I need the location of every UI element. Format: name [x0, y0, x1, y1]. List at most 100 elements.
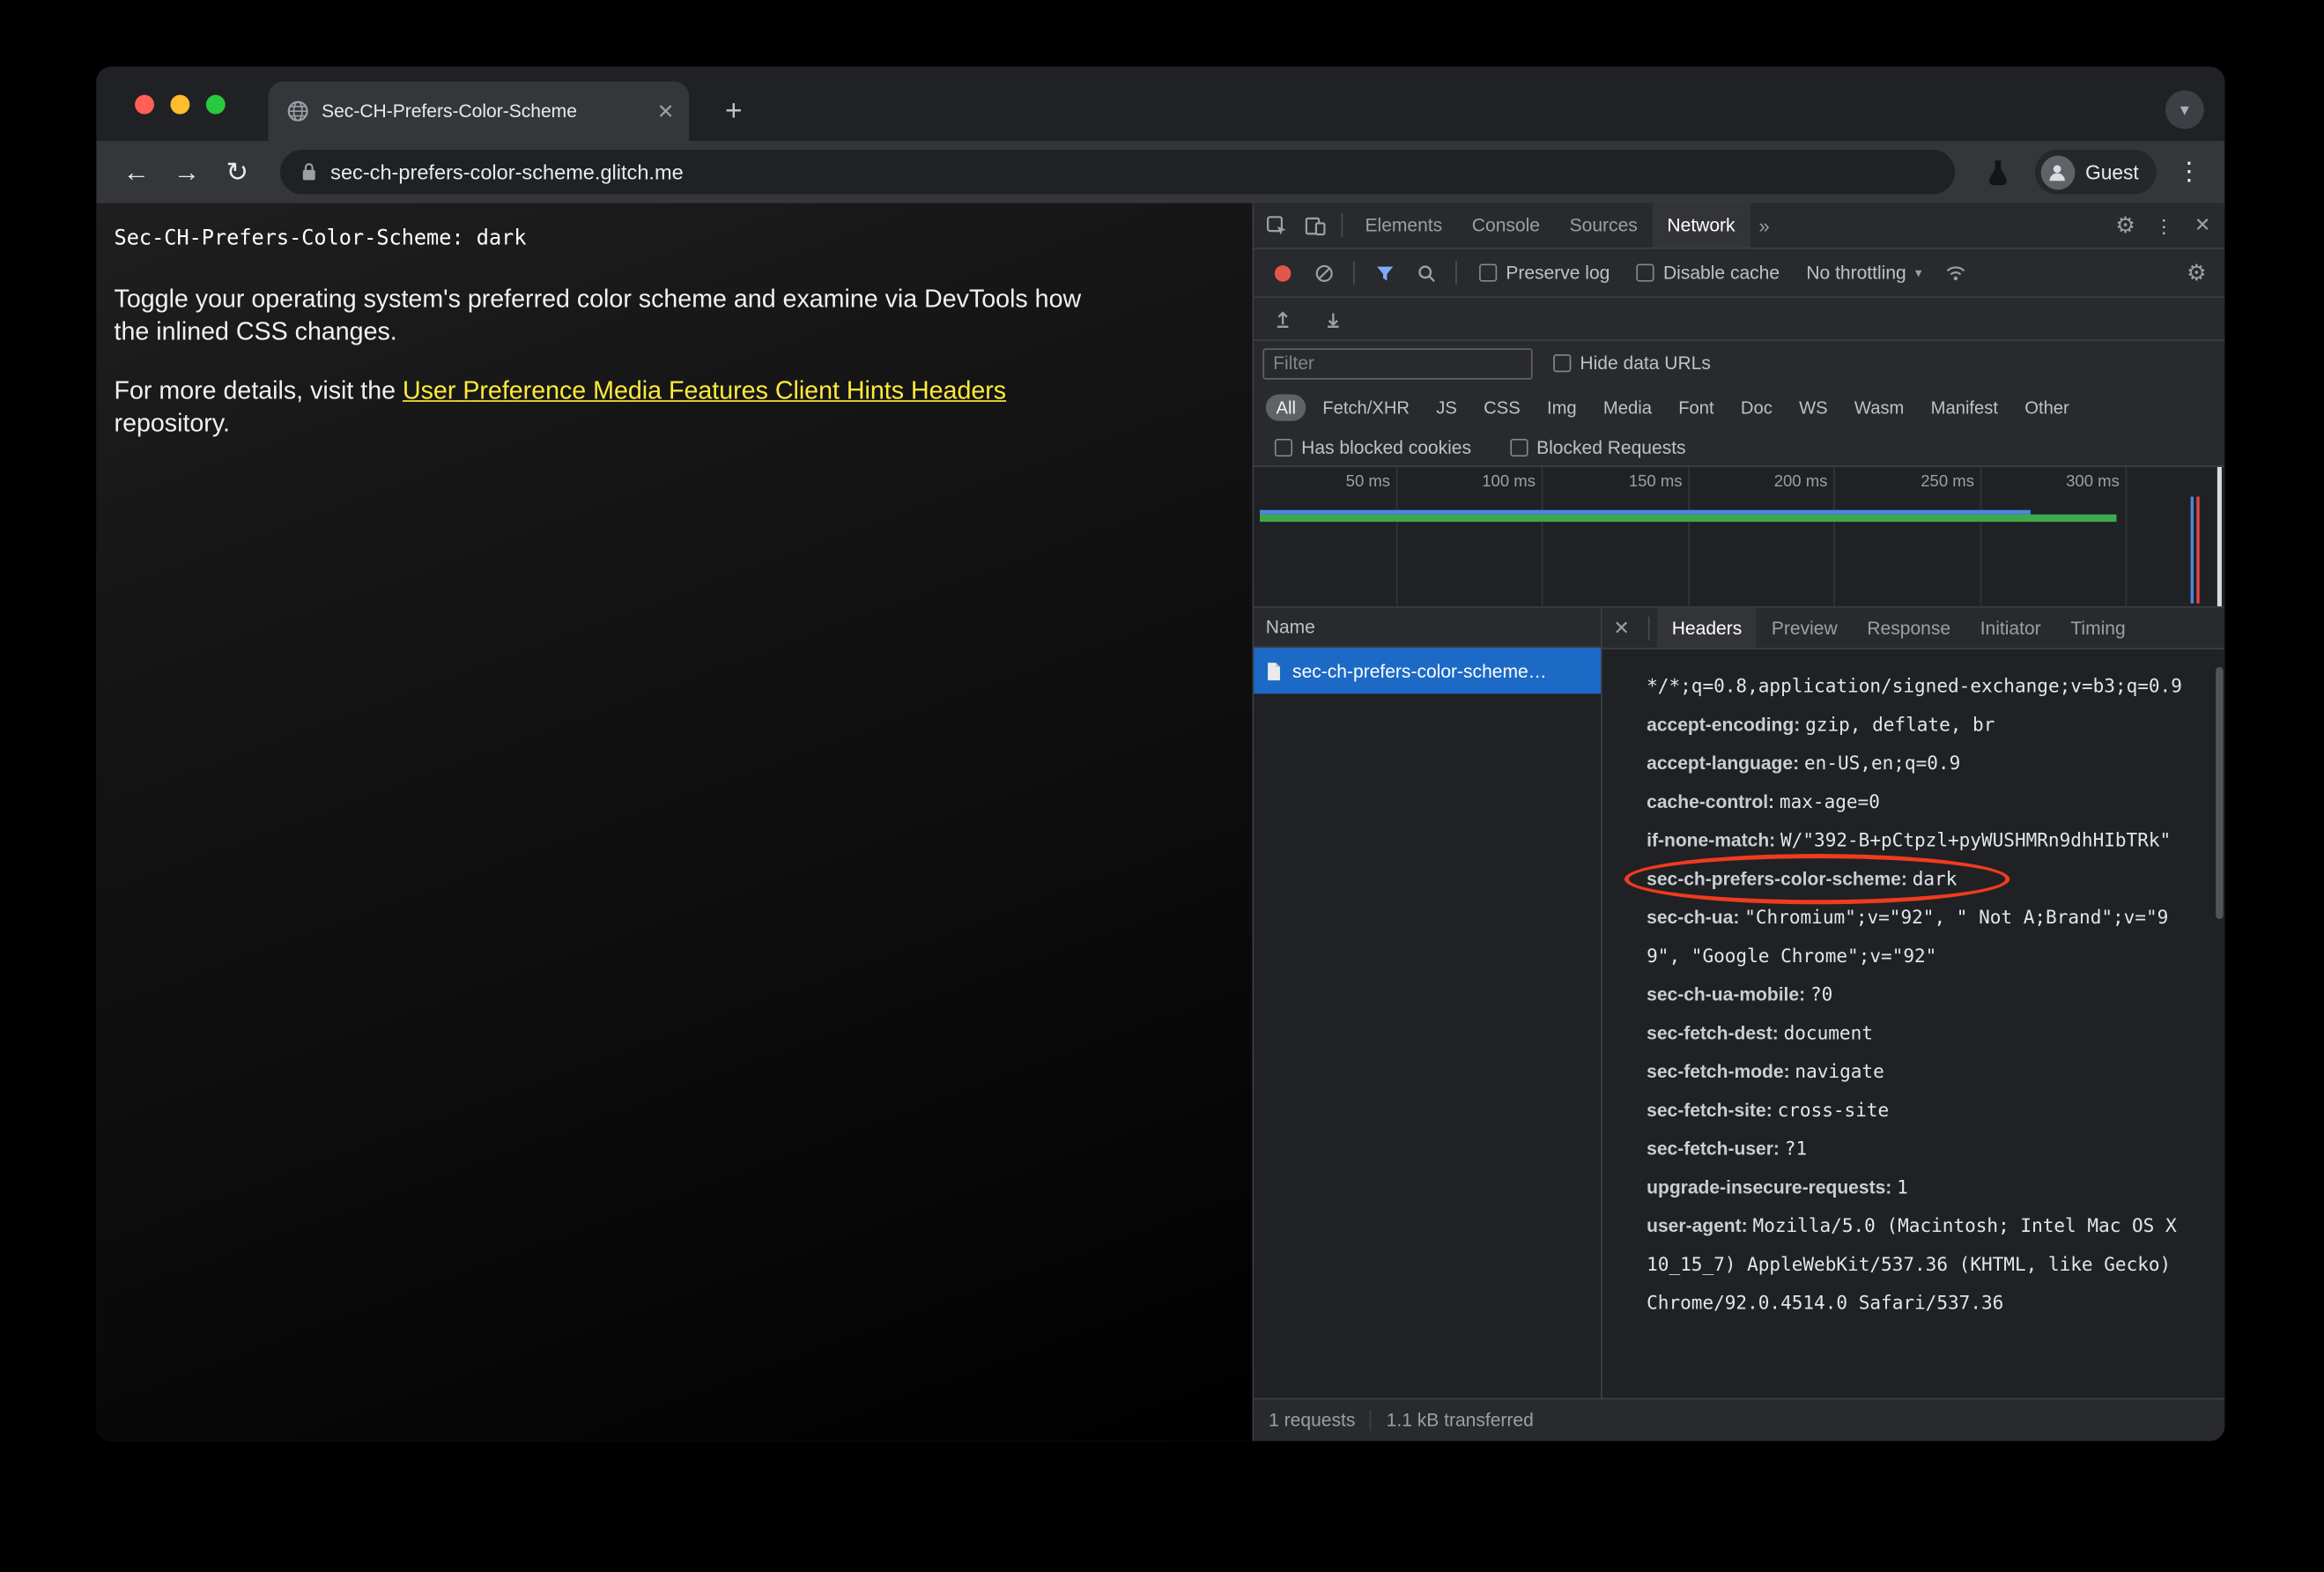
gridline	[1688, 466, 1690, 607]
detail-tab-headers[interactable]: Headers	[1656, 607, 1758, 649]
reload-button[interactable]: ↻	[215, 150, 259, 194]
blocked-requests-label: Blocked Requests	[1536, 436, 1686, 458]
gridline	[1541, 466, 1543, 607]
tab-elements[interactable]: Elements	[1351, 203, 1457, 247]
header-value: */*;q=0.8,application/signed-exchange;v=…	[1647, 674, 2182, 697]
pill-fetch-xhr[interactable]: Fetch/XHR	[1313, 394, 1420, 420]
client-hints-link[interactable]: User Preference Media Features Client Hi…	[403, 376, 1006, 404]
header-entry-highlighted: sec-ch-prefers-color-scheme: dark	[1624, 854, 2186, 905]
header-entry: sec-ch-ua-mobile: ?0	[1647, 975, 2186, 1014]
tab-network[interactable]: Network	[1652, 203, 1750, 248]
flask-experiment-icon[interactable]	[1976, 150, 2020, 194]
pill-css[interactable]: CSS	[1473, 394, 1530, 420]
pill-other[interactable]: Other	[2014, 394, 2079, 420]
divider	[1341, 213, 1343, 238]
pill-wasm[interactable]: Wasm	[1844, 394, 1914, 420]
requests-empty-space	[1254, 693, 1601, 1398]
throttling-dropdown[interactable]: No throttling ▾	[1806, 263, 1921, 284]
blocked-requests-checkbox[interactable]: Blocked Requests	[1509, 436, 1686, 458]
header-name: sec-ch-ua-mobile:	[1647, 984, 1806, 1005]
tab-console[interactable]: Console	[1457, 203, 1555, 247]
pill-font[interactable]: Font	[1668, 394, 1724, 420]
hide-data-urls-checkbox[interactable]: Hide data URLs	[1553, 352, 1711, 374]
filter-input[interactable]	[1262, 347, 1533, 379]
devtools-settings-icon[interactable]: ⚙	[2106, 203, 2145, 247]
tab-search-chevron-icon[interactable]: ▾	[2165, 90, 2204, 130]
pill-media[interactable]: Media	[1593, 394, 1662, 420]
disable-cache-checkbox[interactable]: Disable cache	[1636, 263, 1780, 283]
network-conditions-icon[interactable]	[1936, 249, 1975, 297]
checkbox-icon	[1553, 354, 1572, 373]
has-blocked-cookies-checkbox[interactable]: Has blocked cookies	[1274, 436, 1471, 457]
detail-tab-preview[interactable]: Preview	[1757, 608, 1852, 648]
requests-area: Name sec-ch-prefers-color-scheme… ✕ Head…	[1254, 607, 2225, 1398]
throttling-value: No throttling	[1806, 262, 1906, 284]
gridline	[1980, 466, 1982, 607]
browser-menu-icon[interactable]: ⋮	[2172, 157, 2207, 187]
profile-button[interactable]: Guest	[2034, 149, 2157, 195]
header-value: cross-site	[1777, 1098, 1890, 1121]
macos-zoom-button[interactable]	[205, 94, 226, 115]
tab-close-icon[interactable]: ✕	[657, 100, 675, 122]
import-har-icon[interactable]	[1262, 298, 1301, 339]
pill-js[interactable]: JS	[1426, 394, 1468, 420]
export-har-icon[interactable]	[1314, 298, 1352, 339]
globe-favicon-icon	[286, 100, 310, 123]
pill-manifest[interactable]: Manifest	[1921, 394, 2009, 420]
headers-list[interactable]: */*;q=0.8,application/signed-exchange;v=…	[1602, 649, 2225, 1398]
more-tabs-icon[interactable]: »	[1750, 214, 1778, 236]
transferred-size: 1.1 kB transferred	[1386, 1409, 1534, 1431]
detail-tab-initiator[interactable]: Initiator	[1965, 608, 2056, 648]
browser-toolbar: ← → ↻ sec-ch-prefers-color-scheme.glitch…	[96, 140, 2225, 204]
header-entry: */*;q=0.8,application/signed-exchange;v=…	[1647, 667, 2186, 706]
devtools-menu-icon[interactable]: ⋮	[2144, 203, 2183, 247]
scrollbar-thumb[interactable]	[2217, 466, 2222, 607]
network-overview-timeline[interactable]: 50 ms 100 ms 150 ms 200 ms 250 ms 300 ms	[1254, 466, 2225, 608]
filter-funnel-icon[interactable]	[1365, 249, 1403, 297]
pill-all[interactable]: All	[1265, 393, 1306, 420]
header-name: sec-fetch-mode:	[1647, 1061, 1790, 1083]
network-settings-icon[interactable]: ⚙	[2177, 249, 2216, 297]
pill-img[interactable]: Img	[1536, 394, 1587, 420]
address-bar[interactable]: sec-ch-prefers-color-scheme.glitch.me	[279, 149, 1956, 195]
devtools-close-icon[interactable]: ✕	[2183, 203, 2222, 247]
record-network-log-icon[interactable]	[1262, 249, 1301, 297]
header-value: ?0	[1810, 982, 1833, 1005]
inspect-element-icon[interactable]	[1257, 203, 1296, 247]
divider	[1353, 261, 1355, 285]
back-button[interactable]: ←	[115, 150, 159, 194]
request-detail-pane: ✕ Headers Preview Response Initiator Tim…	[1602, 607, 2225, 1398]
detail-tab-response[interactable]: Response	[1853, 608, 1965, 648]
macos-close-button[interactable]	[135, 94, 154, 115]
forward-button[interactable]: →	[165, 150, 209, 194]
preserve-log-label: Preserve log	[1506, 262, 1610, 284]
macos-minimize-button[interactable]	[170, 94, 190, 115]
request-name: sec-ch-prefers-color-scheme…	[1292, 660, 1547, 682]
name-column-header[interactable]: Name	[1254, 607, 1601, 649]
close-detail-icon[interactable]: ✕	[1602, 608, 1641, 648]
header-name: user-agent:	[1647, 1215, 1748, 1237]
header-entry: user-agent: Mozilla/5.0 (Macintosh; Inte…	[1647, 1206, 2186, 1322]
header-entry: accept-encoding: gzip, deflate, br	[1647, 706, 2186, 745]
avatar-icon	[2040, 154, 2076, 189]
request-row-selected[interactable]: sec-ch-prefers-color-scheme…	[1254, 648, 1601, 694]
gridline	[1395, 466, 1398, 607]
clear-network-log-icon[interactable]	[1305, 249, 1343, 297]
pill-doc[interactable]: Doc	[1730, 394, 1782, 420]
detail-tab-timing[interactable]: Timing	[2056, 608, 2141, 648]
device-toolbar-icon[interactable]	[1295, 203, 1334, 247]
pill-ws[interactable]: WS	[1788, 394, 1838, 420]
tab-sources[interactable]: Sources	[1555, 203, 1653, 247]
search-icon[interactable]	[1407, 249, 1446, 297]
header-name: sec-ch-ua:	[1647, 907, 1740, 929]
header-name: cache-control:	[1647, 791, 1775, 812]
tick-label: 150 ms	[1628, 472, 1683, 491]
header-name: upgrade-insecure-requests:	[1647, 1176, 1892, 1198]
scrollbar-thumb[interactable]	[2216, 667, 2224, 920]
browser-tab[interactable]: Sec-CH-Prefers-Color-Scheme ✕	[268, 81, 690, 141]
gridline	[2125, 466, 2128, 607]
header-entry: sec-fetch-dest: document	[1647, 1014, 2186, 1053]
url-text: sec-ch-prefers-color-scheme.glitch.me	[330, 159, 684, 184]
preserve-log-checkbox[interactable]: Preserve log	[1479, 262, 1610, 284]
new-tab-button[interactable]: +	[713, 91, 754, 132]
